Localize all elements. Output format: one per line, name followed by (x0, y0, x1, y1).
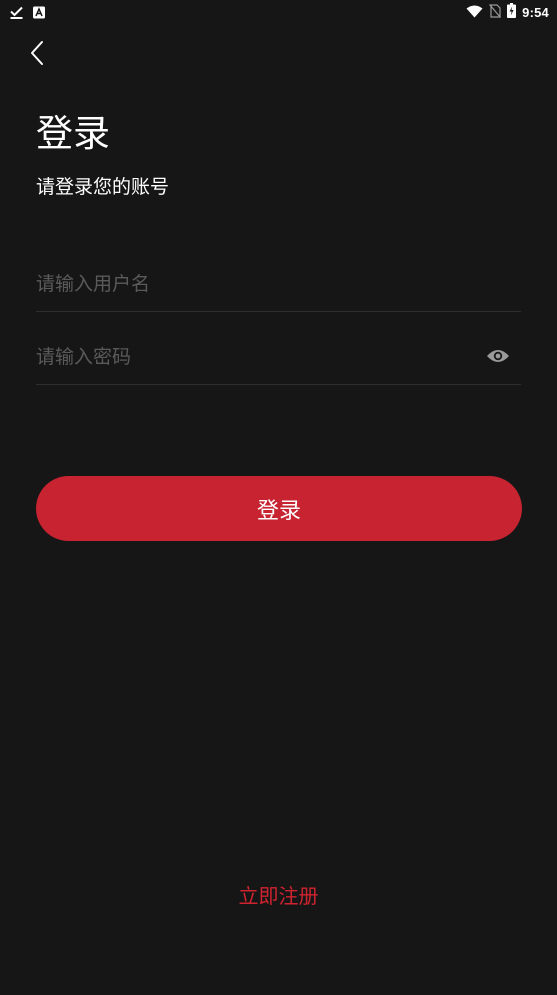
wifi-icon (466, 3, 483, 22)
password-field-container (36, 332, 521, 385)
register-link[interactable]: 立即注册 (0, 882, 557, 910)
login-button[interactable]: 登录 (36, 476, 522, 541)
page-title: 登录 (36, 112, 110, 155)
username-input[interactable] (36, 259, 476, 309)
password-input[interactable] (36, 332, 476, 382)
password-visibility-toggle[interactable] (485, 346, 511, 370)
status-bar-left (10, 4, 45, 23)
status-time: 9:54 (522, 5, 549, 20)
eye-icon (486, 348, 510, 368)
login-button-label: 登录 (256, 498, 301, 524)
status-bar: 9:54 (0, 0, 557, 24)
status-bar-right: 9:54 (466, 3, 549, 22)
battery-charging-icon (507, 3, 517, 22)
chevron-left-icon (29, 40, 45, 70)
username-field-container (36, 259, 521, 312)
no-sim-icon (489, 3, 502, 22)
page-subtitle: 请登录您的账号 (36, 176, 170, 198)
download-done-icon (10, 4, 23, 23)
a-icon (33, 4, 45, 23)
back-button[interactable] (20, 38, 54, 72)
